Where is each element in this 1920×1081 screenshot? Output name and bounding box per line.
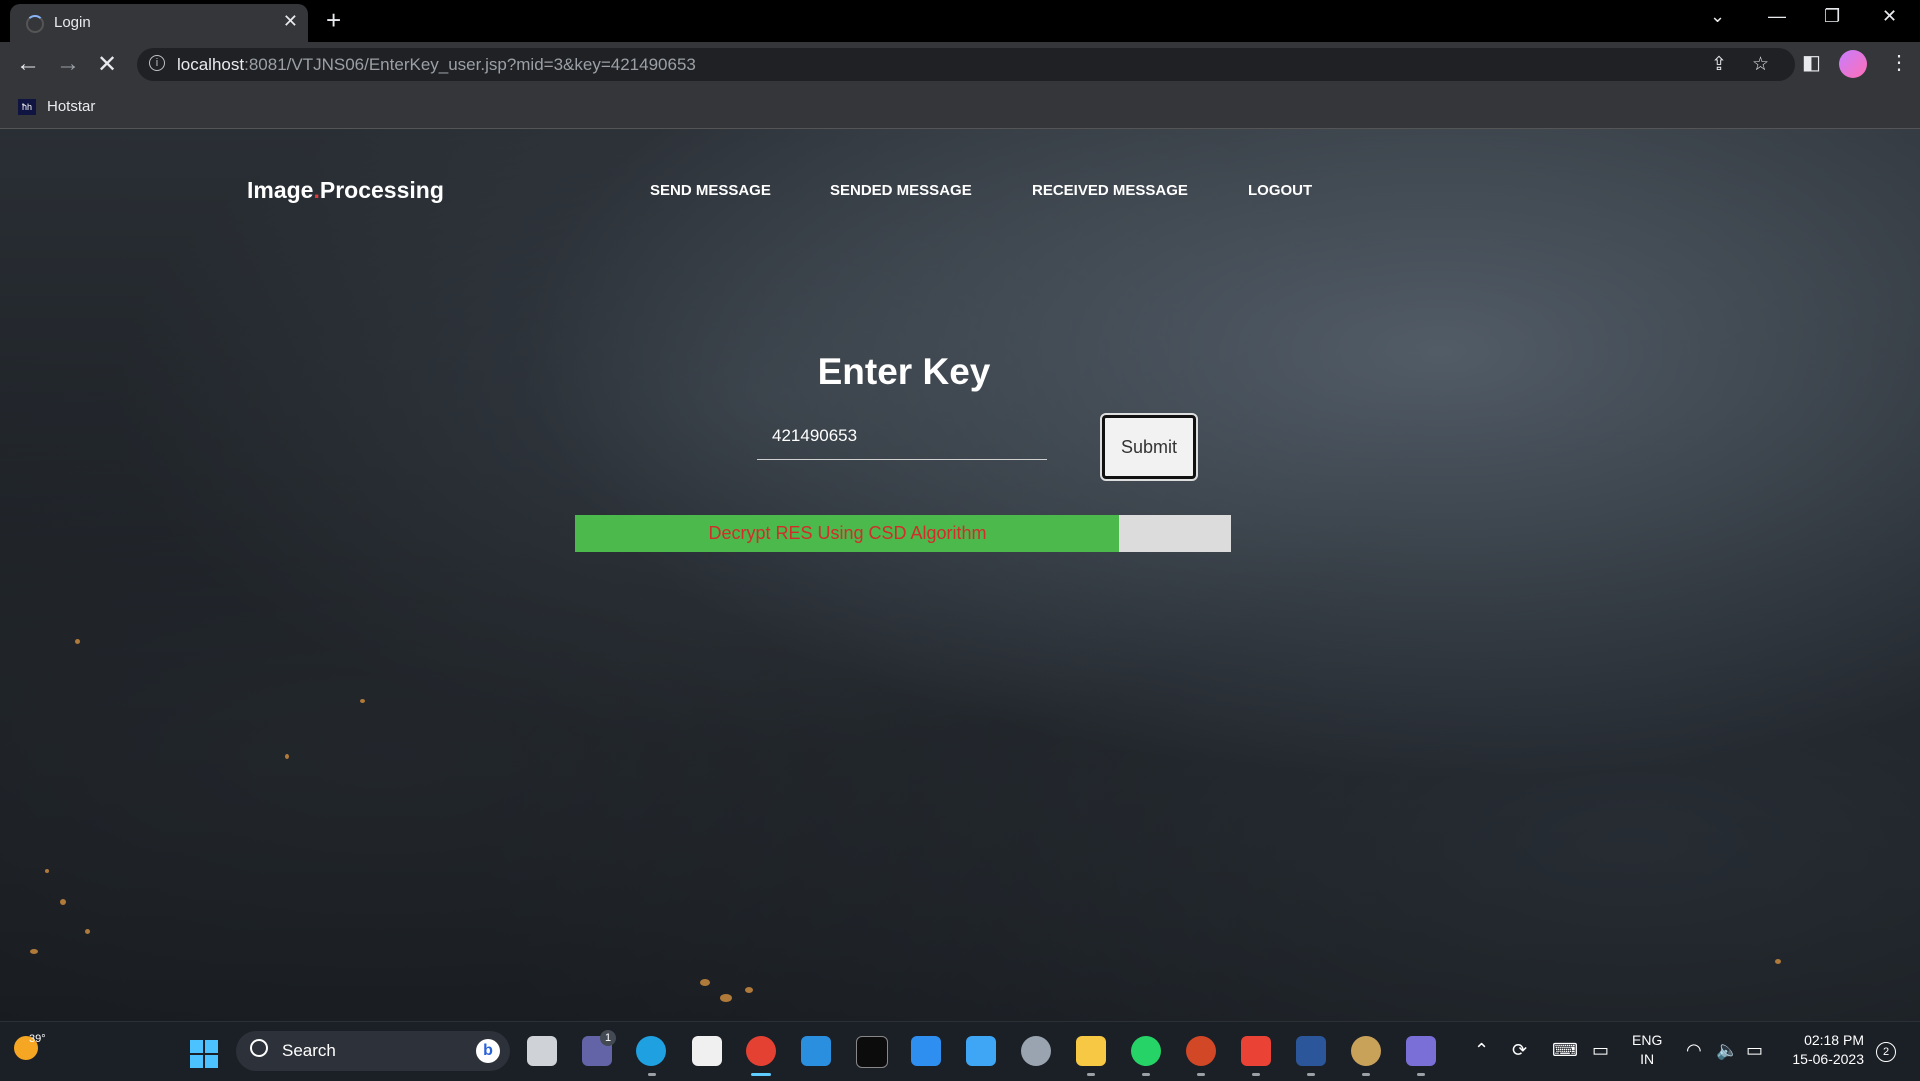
running-indicator <box>1197 1073 1205 1076</box>
running-indicator <box>1087 1073 1095 1076</box>
background-speck <box>30 949 38 954</box>
running-indicator <box>1307 1073 1315 1076</box>
nav-sended-message[interactable]: SENDED MESSAGE <box>830 182 972 199</box>
background-speck <box>1775 959 1781 964</box>
background-speck <box>45 869 49 873</box>
powerpoint-icon[interactable] <box>1186 1036 1216 1066</box>
background-speck <box>745 987 753 993</box>
menu-kebab-icon[interactable]: ⋮ <box>1889 50 1909 75</box>
notification-count[interactable]: 2 <box>1876 1042 1896 1062</box>
running-indicator-active <box>751 1073 771 1076</box>
url-text[interactable]: localhost:8081/VTJNS06/EnterKey_user.jsp… <box>177 55 696 75</box>
background-speck <box>75 639 80 644</box>
profile-avatar[interactable] <box>1839 50 1867 78</box>
tab-title: Login <box>54 14 91 31</box>
running-indicator <box>648 1073 656 1076</box>
nav-send-message[interactable]: SEND MESSAGE <box>650 182 771 199</box>
chrome-icon[interactable] <box>746 1036 776 1066</box>
vscode-icon[interactable] <box>801 1036 831 1066</box>
submit-button[interactable]: Submit <box>1100 413 1198 481</box>
hotstar-favicon-icon: ћh <box>18 99 36 115</box>
back-icon[interactable]: ← <box>16 50 40 78</box>
share-icon[interactable]: ⇪ <box>1711 53 1727 76</box>
microsoft-store-icon[interactable] <box>692 1036 722 1066</box>
settings-gear-icon[interactable] <box>1021 1036 1051 1066</box>
running-indicator <box>1252 1073 1260 1076</box>
close-tab-icon[interactable]: ✕ <box>283 11 298 32</box>
bing-icon[interactable]: b <box>476 1039 500 1063</box>
bookmarks-bar: ћh Hotstar <box>0 88 1920 129</box>
progress-label: Decrypt RES Using CSD Algorithm <box>708 523 987 543</box>
restore-icon[interactable]: ❐ <box>1824 6 1840 27</box>
tab-login[interactable]: Login ✕ <box>10 4 308 42</box>
task-view-icon[interactable] <box>527 1036 557 1066</box>
weather-temperature: 39° <box>29 1033 46 1045</box>
background-speck <box>360 699 365 703</box>
file-explorer-icon[interactable] <box>1076 1036 1106 1066</box>
input-language[interactable]: ENG IN <box>1632 1031 1662 1069</box>
background-speck <box>720 994 732 1002</box>
decrypt-progress-bar: Decrypt RES Using CSD Algorithm <box>575 515 1231 552</box>
nav-received-message[interactable]: RECEIVED MESSAGE <box>1032 182 1188 199</box>
taskbar: 39° Search b 1 ⌃ ⟳ ⌨ ▭ ENG IN ◠ 🔈 ▭ 02:1… <box>0 1021 1920 1081</box>
browser-toolbar: ← → ✕ i localhost:8081/VTJNS06/EnterKey_… <box>0 42 1920 88</box>
page-title: Enter Key <box>817 351 991 392</box>
teams-badge: 1 <box>600 1030 616 1046</box>
sync-icon[interactable]: ⟳ <box>1512 1040 1527 1061</box>
bookmark-hotstar[interactable]: Hotstar <box>47 98 95 115</box>
start-windows-icon[interactable] <box>190 1040 218 1068</box>
search-placeholder: Search <box>282 1041 336 1060</box>
site-info-icon[interactable]: i <box>149 55 165 71</box>
show-hidden-icons-chevron-icon[interactable]: ⌃ <box>1474 1040 1489 1061</box>
minimize-icon[interactable]: — <box>1768 6 1786 27</box>
myhp-icon[interactable] <box>911 1036 941 1066</box>
running-indicator <box>1142 1073 1150 1076</box>
background-speck <box>285 754 289 759</box>
battery-icon[interactable]: ▭ <box>1746 1040 1763 1061</box>
notepad-icon[interactable] <box>966 1036 996 1066</box>
background-speck <box>60 899 66 905</box>
keyboard-icon[interactable]: ⌨ <box>1552 1040 1578 1061</box>
running-indicator <box>1417 1073 1425 1076</box>
background-speck <box>85 929 90 934</box>
eclipse-ide-icon[interactable] <box>1406 1036 1436 1066</box>
site-brand[interactable]: Image.Processing <box>247 177 444 204</box>
address-bar[interactable]: i localhost:8081/VTJNS06/EnterKey_user.j… <box>137 48 1795 81</box>
bookmark-star-icon[interactable]: ☆ <box>1752 53 1769 76</box>
app-gear-icon[interactable] <box>1351 1036 1381 1066</box>
close-window-icon[interactable]: ✕ <box>1882 6 1897 27</box>
tab-search-chevron-icon[interactable]: ⌄ <box>1710 6 1725 27</box>
whatsapp-icon[interactable] <box>1131 1036 1161 1066</box>
new-tab-icon[interactable]: + <box>326 5 341 36</box>
taskbar-search[interactable]: Search b <box>236 1031 510 1071</box>
forward-icon[interactable]: → <box>56 50 80 78</box>
page-content: Image.Processing SEND MESSAGE SENDED MES… <box>0 129 1920 1021</box>
system-clock[interactable]: 02:18 PM 15-06-2023 <box>1784 1031 1864 1069</box>
tab-strip: Login ✕ + ⌄ — ❐ ✕ <box>0 0 1920 42</box>
nav-logout[interactable]: LOGOUT <box>1248 182 1312 199</box>
key-input[interactable] <box>757 413 1047 460</box>
edge-icon[interactable] <box>636 1036 666 1066</box>
side-panel-icon[interactable]: ◧ <box>1802 50 1821 75</box>
display-icon[interactable]: ▭ <box>1592 1040 1609 1061</box>
background-speck <box>700 979 710 986</box>
stop-loading-icon[interactable]: ✕ <box>97 50 117 79</box>
running-indicator <box>1362 1073 1370 1076</box>
word-icon[interactable] <box>1296 1036 1326 1066</box>
terminal-icon[interactable] <box>856 1036 888 1068</box>
wifi-icon[interactable]: ◠ <box>1686 1040 1702 1061</box>
search-icon <box>250 1039 268 1057</box>
loading-spinner-icon <box>26 15 44 33</box>
gmail-icon[interactable] <box>1241 1036 1271 1066</box>
volume-icon[interactable]: 🔈 <box>1716 1040 1738 1061</box>
